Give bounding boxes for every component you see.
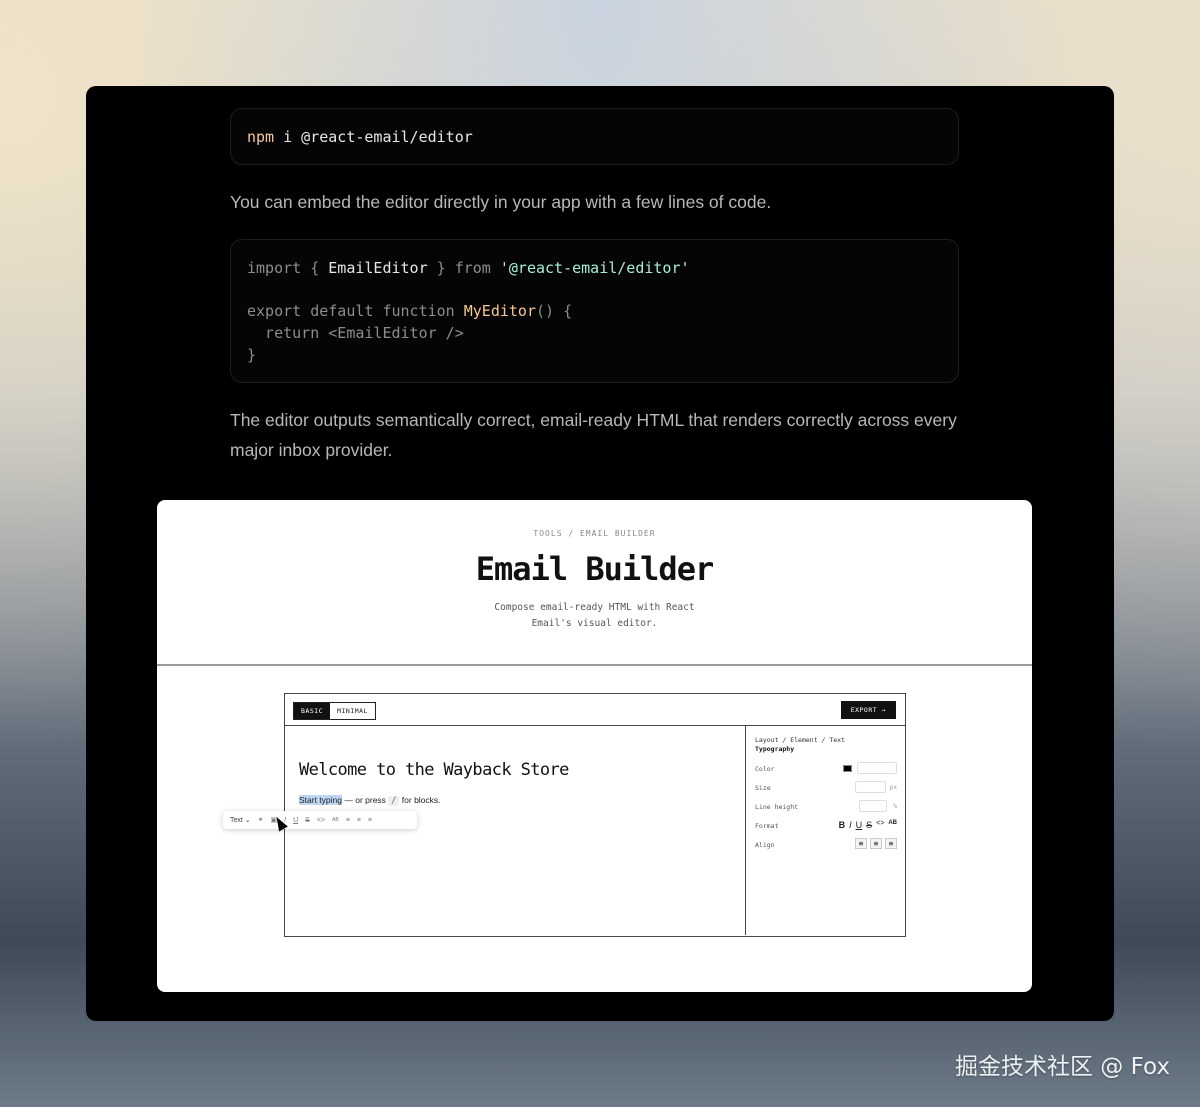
code-line: export default function MyEditor() { (247, 301, 942, 323)
code-line: import { EmailEditor } from '@react-emai… (247, 258, 942, 280)
email-builder-screenshot: TOOLS / EMAIL BUILDER Email Builder Comp… (157, 500, 1032, 992)
block-type-select[interactable]: Text ⌄ (230, 816, 251, 824)
strikethrough-icon[interactable]: S (305, 817, 310, 824)
line-height-unit: % (893, 803, 897, 810)
properties-panel: Layout / Element / Text Typography Color… (745, 726, 904, 935)
strikethrough-icon[interactable]: S (866, 820, 872, 830)
code-token: export default function (247, 302, 464, 321)
align-left-icon[interactable]: ≡ (346, 817, 350, 824)
line-height-row: Line height % (755, 800, 897, 814)
email-heading[interactable]: Welcome to the Wayback Store (299, 760, 569, 780)
code-token: EmailEditor (328, 259, 428, 277)
code-icon[interactable]: <> (317, 817, 325, 824)
align-row: Align ≡ ≡ ≡ (755, 838, 897, 852)
color-label: Color (755, 765, 775, 773)
code-icon[interactable]: <> (876, 820, 884, 830)
code-token: npm (247, 128, 275, 146)
format-buttons: B I U S <> AB (839, 820, 897, 830)
code-token: MyEditor (463, 302, 536, 321)
align-center-icon[interactable]: ≡ (357, 817, 361, 824)
placeholder-text: — or press (342, 795, 389, 805)
usage-code-block[interactable]: import { EmailEditor } from '@react-emai… (230, 239, 959, 383)
link-icon[interactable]: ⚭ (258, 816, 264, 824)
install-code-block[interactable]: npm i @react-email/editor (230, 108, 959, 165)
color-row: Color (755, 762, 897, 776)
line-height-label: Line height (755, 803, 799, 811)
size-row: Size px (755, 781, 897, 795)
size-field[interactable] (855, 781, 886, 793)
outro-paragraph: The editor outputs semantically correct,… (230, 410, 957, 460)
line-height-field[interactable] (859, 800, 887, 812)
subtitle-line: Email's visual editor. (531, 618, 658, 629)
code-token: i @react-email/editor (274, 128, 473, 146)
panel-heading: Typography (755, 745, 795, 753)
code-line: } (247, 345, 257, 364)
code-line: return <EmailEditor /> (247, 324, 464, 343)
uppercase-icon[interactable]: AB (332, 817, 339, 823)
format-row: Format B I U S <> AB (755, 819, 897, 833)
align-center-icon[interactable]: ≡ (870, 838, 882, 849)
size-label: Size (755, 784, 771, 792)
italic-icon[interactable]: I (849, 820, 852, 830)
slash-key: / (388, 796, 400, 806)
color-field[interactable] (857, 762, 897, 774)
code-token: () { (536, 302, 573, 321)
watermark: 掘金技术社区 @ Fox (954, 1054, 1170, 1080)
code-token: { (301, 259, 329, 277)
docs-panel: npm i @react-email/editor You can embed … (86, 86, 1114, 1021)
floating-format-toolbar: Text ⌄ ⚭ ▣ I U S <> AB ≡ ≡ ≡ (223, 811, 417, 829)
code-token: } (427, 259, 455, 277)
selected-text: Start typing (299, 795, 342, 805)
tab-basic[interactable]: BASIC (294, 703, 331, 719)
editor-placeholder[interactable]: Start typing — or press / for blocks. (299, 795, 441, 806)
code-token: '@react-email/editor' (499, 259, 690, 277)
placeholder-text: for blocks. (399, 795, 441, 805)
color-swatch[interactable] (843, 765, 852, 772)
tab-minimal[interactable]: MINIMAL (330, 703, 375, 719)
align-label: Align (755, 841, 775, 849)
template-tabs: BASIC MINIMAL (293, 702, 376, 720)
align-left-icon[interactable]: ≡ (855, 838, 867, 849)
format-label: Format (755, 822, 779, 830)
panel-breadcrumb: Layout / Element / Text (755, 736, 846, 744)
size-unit: px (889, 784, 897, 791)
code-token: import (247, 259, 302, 277)
subtitle-line: Compose email-ready HTML with React (494, 602, 695, 613)
uppercase-icon[interactable]: AB (888, 820, 897, 830)
divider (157, 664, 1032, 666)
export-button[interactable]: EXPORT → (840, 701, 896, 719)
underline-icon[interactable]: U (856, 820, 863, 830)
page-title: Email Builder (475, 550, 714, 588)
page-subtitle: Compose email-ready HTML with React Emai… (157, 600, 1032, 632)
editor-toolbar: BASIC MINIMAL EXPORT → (285, 694, 905, 726)
bold-icon[interactable]: B (839, 820, 846, 830)
align-buttons: ≡ ≡ ≡ (855, 838, 897, 849)
underline-icon[interactable]: U (293, 817, 298, 824)
code-token: from (454, 259, 491, 277)
align-right-icon[interactable]: ≡ (368, 817, 372, 824)
align-right-icon[interactable]: ≡ (885, 838, 897, 849)
intro-paragraph: You can embed the editor directly in you… (230, 192, 772, 212)
breadcrumb: TOOLS / EMAIL BUILDER (533, 529, 656, 538)
